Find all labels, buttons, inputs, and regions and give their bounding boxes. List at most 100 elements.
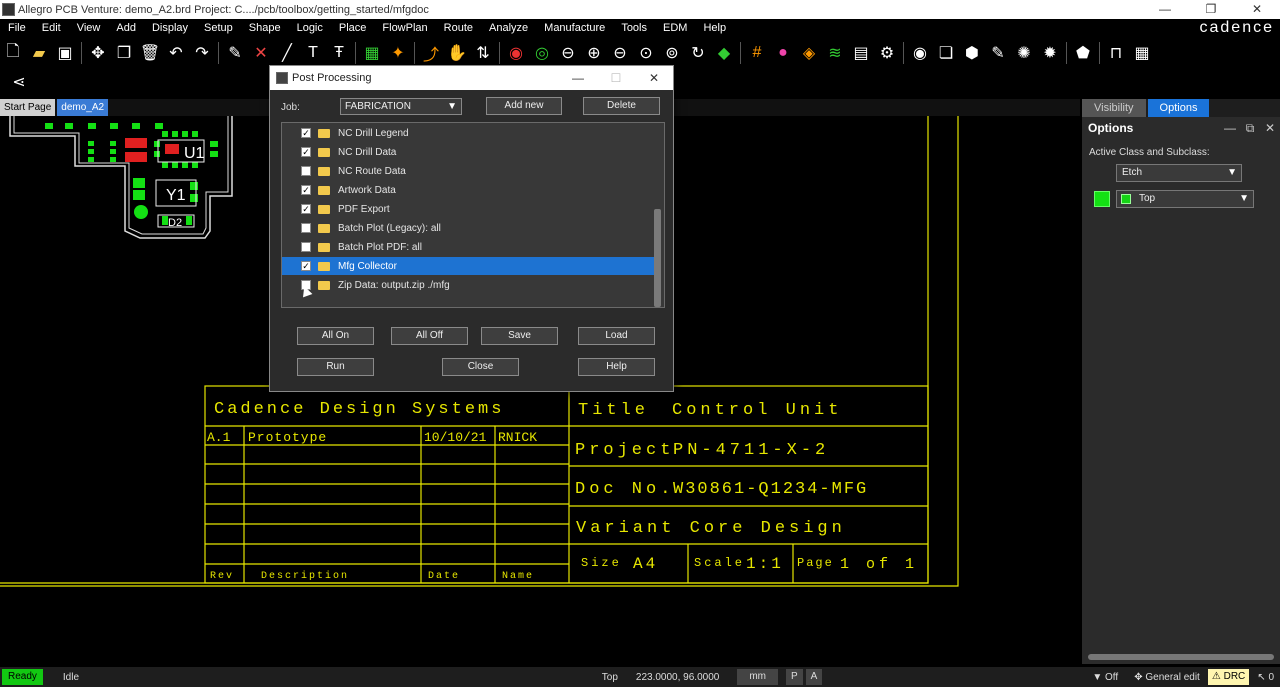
subclass-color-swatch[interactable]	[1094, 191, 1110, 207]
checkbox[interactable]	[301, 242, 311, 252]
menu-edm[interactable]: EDM	[655, 19, 695, 37]
dialog-title-bar[interactable]: Post Processing — ☐ ✕	[270, 66, 673, 90]
menu-shape[interactable]: Shape	[241, 19, 289, 37]
move-icon[interactable]: ✥	[87, 42, 109, 64]
pin-icon[interactable]: ✎	[224, 42, 246, 64]
visibility-icon[interactable]: ◉	[909, 42, 931, 64]
close-window-button[interactable]: ✕	[1234, 0, 1280, 19]
zoom-out-icon[interactable]: ⊖	[609, 42, 631, 64]
add-new-button[interactable]: Add new	[486, 97, 562, 115]
place-icon[interactable]: ▦	[361, 42, 383, 64]
filter-status[interactable]: ▼ Off	[1092, 672, 1118, 683]
menu-setup[interactable]: Setup	[196, 19, 241, 37]
edit-mode[interactable]: ✥ General edit	[1134, 672, 1200, 683]
close-button[interactable]: Close	[442, 358, 519, 376]
menu-route[interactable]: Route	[436, 19, 481, 37]
subclass-dropdown[interactable]: Top ▼	[1116, 190, 1254, 208]
load-button[interactable]: Load	[578, 327, 655, 345]
save-button[interactable]: Save	[481, 327, 558, 345]
save-icon[interactable]: ▣	[54, 42, 76, 64]
p-toggle-button[interactable]: P	[786, 669, 803, 685]
menu-analyze[interactable]: Analyze	[481, 19, 536, 37]
light-icon[interactable]: ✺	[1013, 42, 1035, 64]
list-item[interactable]: Zip Data: output.zip ./mfg	[282, 276, 654, 294]
spread-icon[interactable]: ⇅	[472, 42, 494, 64]
panel-close-button[interactable]: ✕	[1260, 121, 1280, 136]
list-item[interactable]: NC Route Data	[282, 162, 654, 180]
padstack-icon[interactable]: ⬟	[1072, 42, 1094, 64]
menu-logic[interactable]: Logic	[289, 19, 331, 37]
add-line-icon[interactable]: ╱	[276, 42, 298, 64]
menu-edit[interactable]: Edit	[34, 19, 69, 37]
3d-icon[interactable]: ◆	[713, 42, 735, 64]
zoom-window-icon[interactable]: ⊚	[661, 42, 683, 64]
route-icon[interactable]: ⤴	[420, 42, 442, 64]
export-icon[interactable]: ⊓	[1105, 42, 1127, 64]
run-button[interactable]: Run	[297, 358, 374, 376]
checkbox[interactable]	[301, 166, 311, 176]
menu-place[interactable]: Place	[331, 19, 375, 37]
checkbox[interactable]: ✓	[301, 185, 311, 195]
all-off-button[interactable]: All Off	[391, 327, 468, 345]
tab-demo-a2[interactable]: demo_A2	[57, 99, 109, 116]
copy-icon[interactable]: ❐	[113, 42, 135, 64]
menu-add[interactable]: Add	[108, 19, 144, 37]
shadow-icon[interactable]: ✎	[987, 42, 1009, 64]
menu-tools[interactable]: Tools	[613, 19, 655, 37]
checkbox[interactable]	[301, 223, 311, 233]
undo-icon[interactable]: ↶	[165, 42, 187, 64]
dialog-minimize-button[interactable]: —	[559, 71, 597, 85]
list-item[interactable]: ✓ Mfg Collector	[282, 257, 654, 275]
drc-icon[interactable]: ◉	[505, 42, 527, 64]
checkbox[interactable]: ✓	[301, 204, 311, 214]
maximize-button[interactable]: ❐	[1188, 0, 1234, 19]
component-icon[interactable]: ✦	[387, 42, 409, 64]
list-item[interactable]: Batch Plot (Legacy): all	[282, 219, 654, 237]
dialog-close-button[interactable]: ✕	[635, 71, 673, 85]
delete-icon[interactable]: 🗑	[139, 42, 161, 64]
list-item[interactable]: ✓ NC Drill Legend	[282, 124, 654, 142]
panel-minimize-button[interactable]: —	[1220, 121, 1240, 136]
bom-icon[interactable]: ❏	[935, 42, 957, 64]
redo-icon[interactable]: ↷	[191, 42, 213, 64]
tab-start-page[interactable]: Start Page	[0, 99, 56, 116]
job-dropdown[interactable]: FABRICATION ▼	[340, 98, 462, 115]
drc-status[interactable]: ⚠ DRC	[1207, 669, 1250, 685]
new-icon[interactable]: 🗋	[2, 42, 24, 64]
edit-text-icon[interactable]: Ŧ	[328, 42, 350, 64]
shape-icon[interactable]: ◈	[798, 42, 820, 64]
ratsnest-icon[interactable]: ◎	[531, 42, 553, 64]
zoom-fit-icon[interactable]: ⊖	[557, 42, 579, 64]
list-item[interactable]: ✓ PDF Export	[282, 200, 654, 218]
a-toggle-button[interactable]: A	[805, 669, 823, 685]
panel-float-button[interactable]: ⧉	[1240, 121, 1260, 136]
redraw-icon[interactable]: ↻	[687, 42, 709, 64]
all-on-button[interactable]: All On	[297, 327, 374, 345]
unit-selector[interactable]: mm	[737, 669, 778, 685]
slide-icon[interactable]: ✋	[446, 42, 468, 64]
menu-help[interactable]: Help	[695, 19, 734, 37]
minimize-button[interactable]: —	[1142, 0, 1188, 19]
help-button[interactable]: Help	[578, 358, 655, 376]
tab-visibility[interactable]: Visibility	[1082, 99, 1146, 117]
menu-view[interactable]: View	[69, 19, 109, 37]
open-icon[interactable]: ▰	[28, 42, 50, 64]
zoom-in-icon[interactable]: ⊕	[583, 42, 605, 64]
zoom-prev-icon[interactable]: ⊙	[635, 42, 657, 64]
list-item[interactable]: ✓ Artwork Data	[282, 181, 654, 199]
settings-icon[interactable]: ▤	[850, 42, 872, 64]
layers-icon[interactable]: ≋	[824, 42, 846, 64]
checkbox[interactable]: ✓	[301, 128, 311, 138]
grid-icon[interactable]: #	[746, 42, 768, 64]
checkbox[interactable]: ✓	[301, 147, 311, 157]
cube-icon[interactable]: ⬢	[961, 42, 983, 64]
share-icon[interactable]: ⋖	[8, 71, 30, 93]
panel-scrollbar[interactable]	[1088, 654, 1274, 660]
list-item[interactable]: Batch Plot PDF: all	[282, 238, 654, 256]
color-icon[interactable]: ●	[772, 42, 794, 64]
delete-button[interactable]: Delete	[583, 97, 660, 115]
checkbox[interactable]: ✓	[301, 261, 311, 271]
list-item[interactable]: ✓ NC Drill Data	[282, 143, 654, 161]
list-scrollbar[interactable]	[654, 209, 661, 307]
unpin-icon[interactable]: ✕	[250, 42, 272, 64]
